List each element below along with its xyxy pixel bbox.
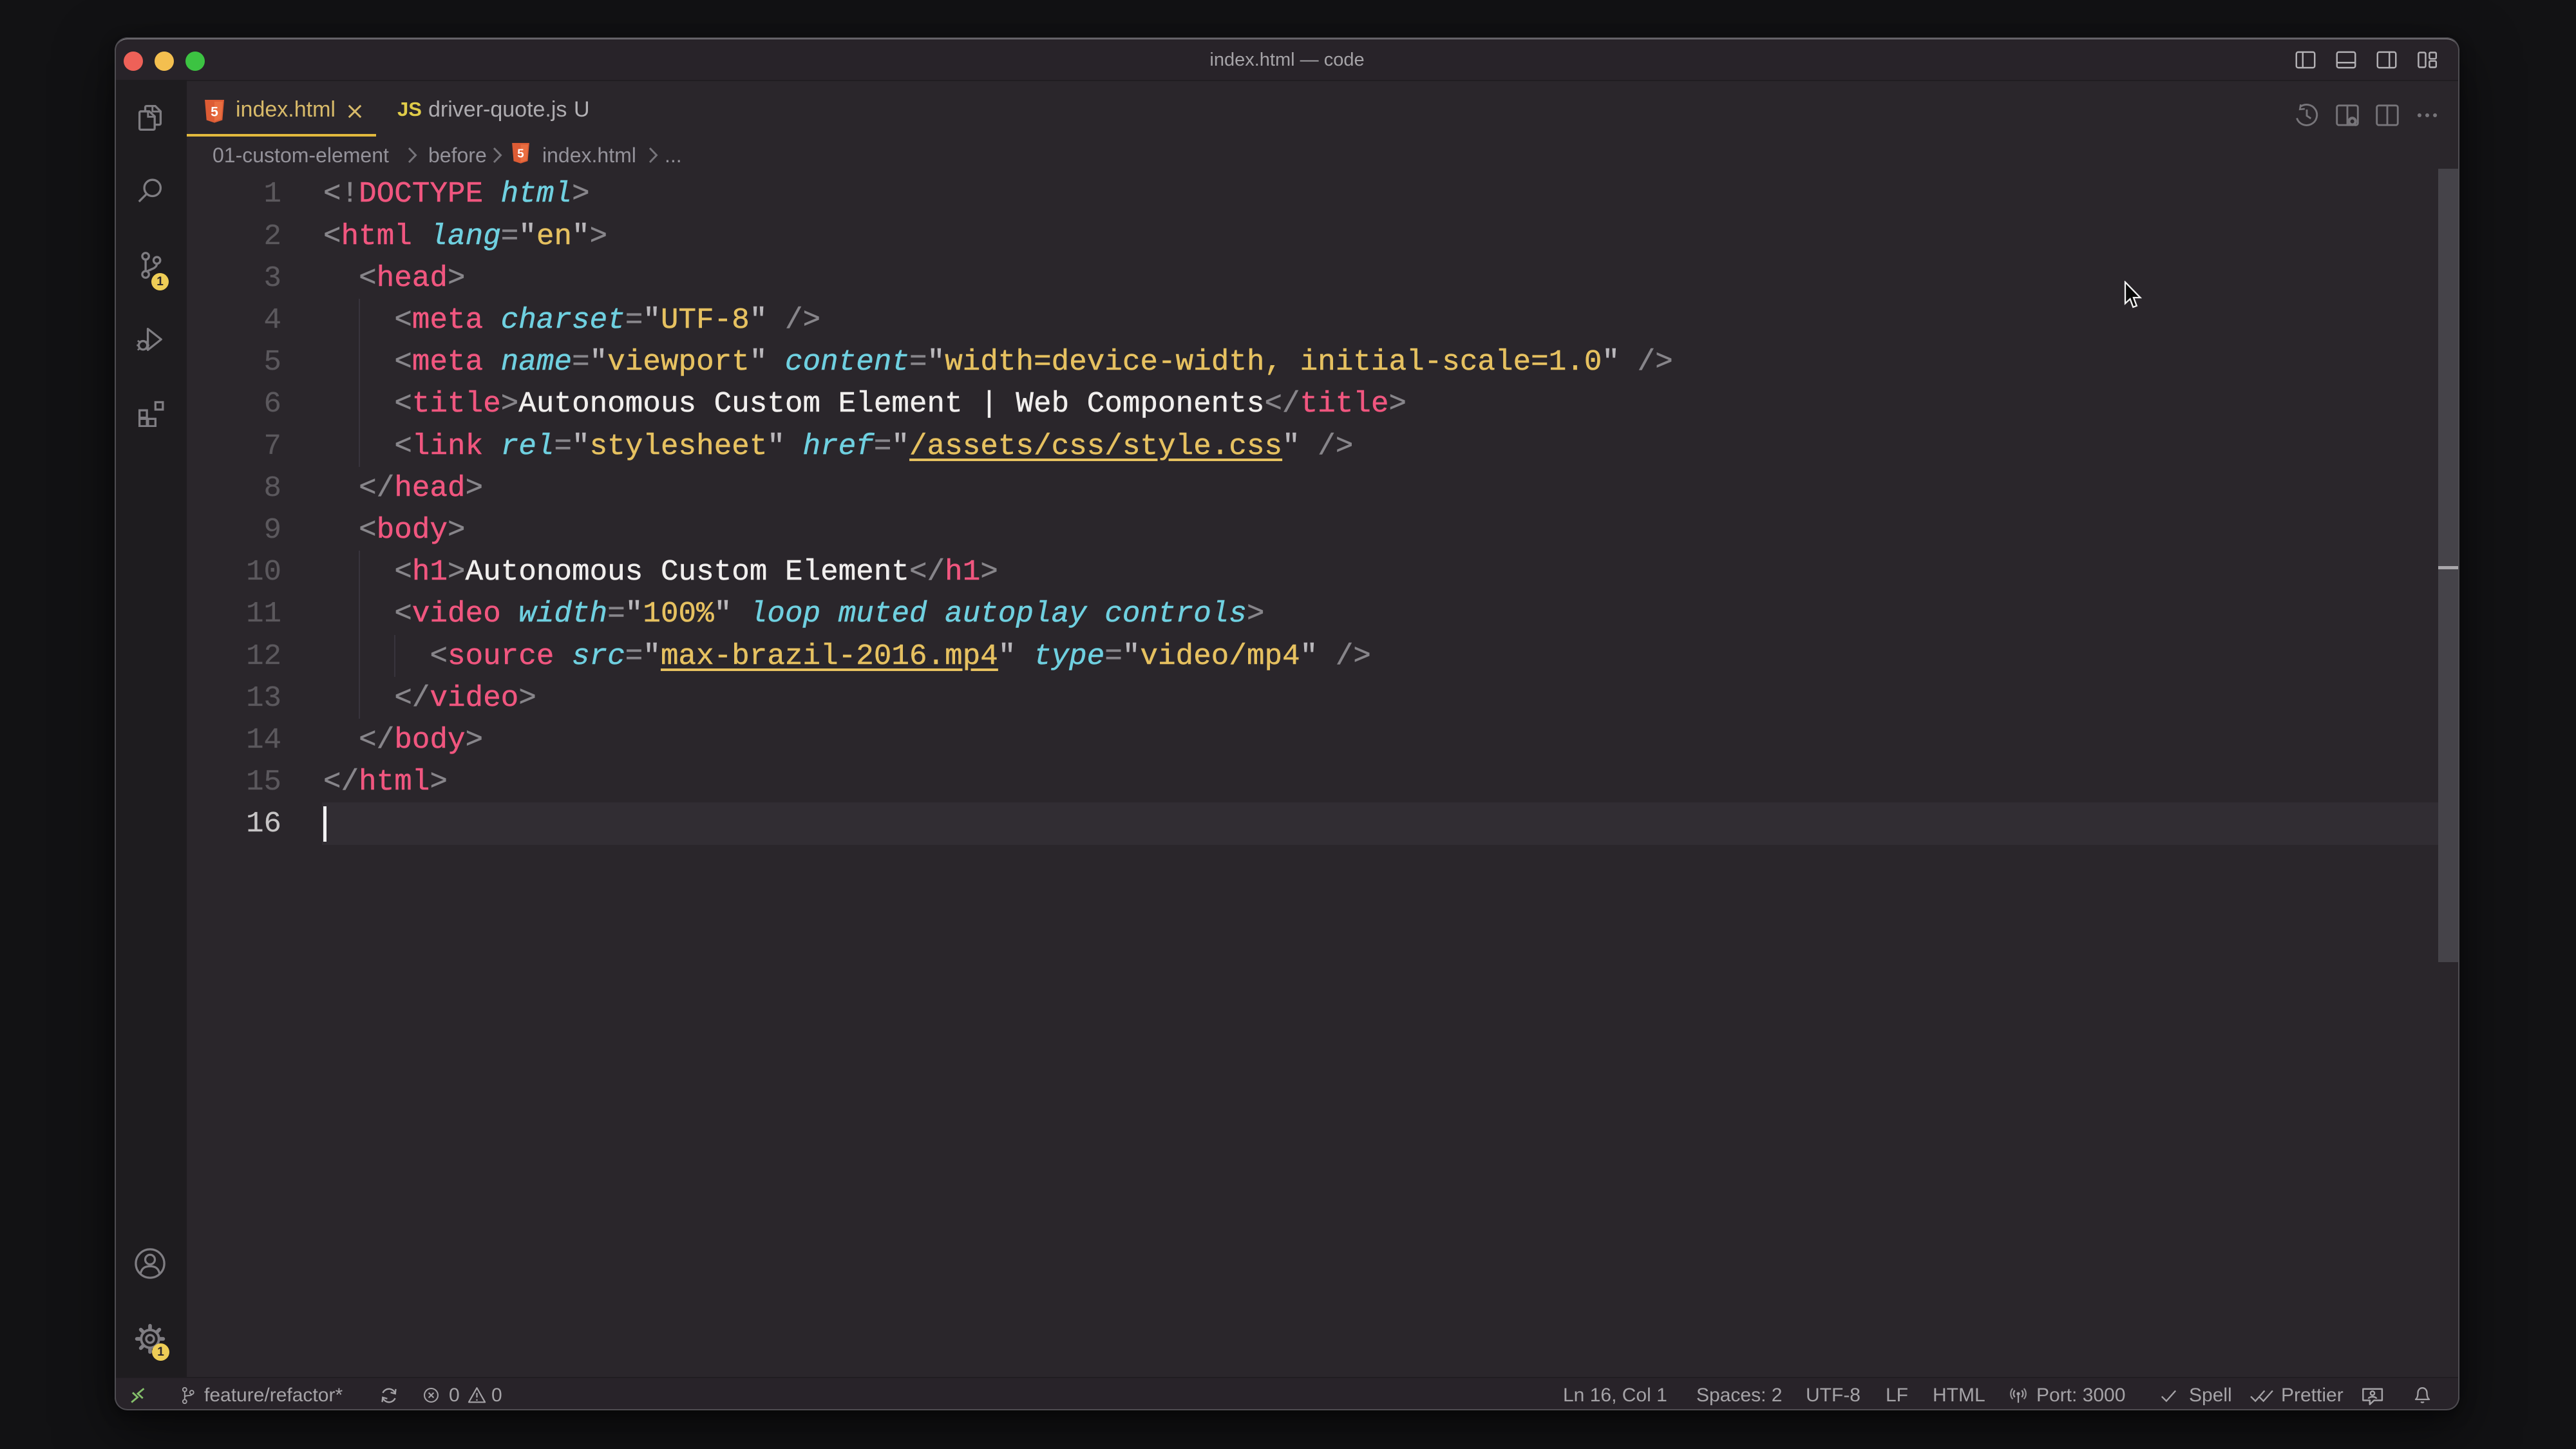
svg-text:5: 5 (517, 147, 524, 160)
svg-text:5: 5 (211, 105, 218, 120)
